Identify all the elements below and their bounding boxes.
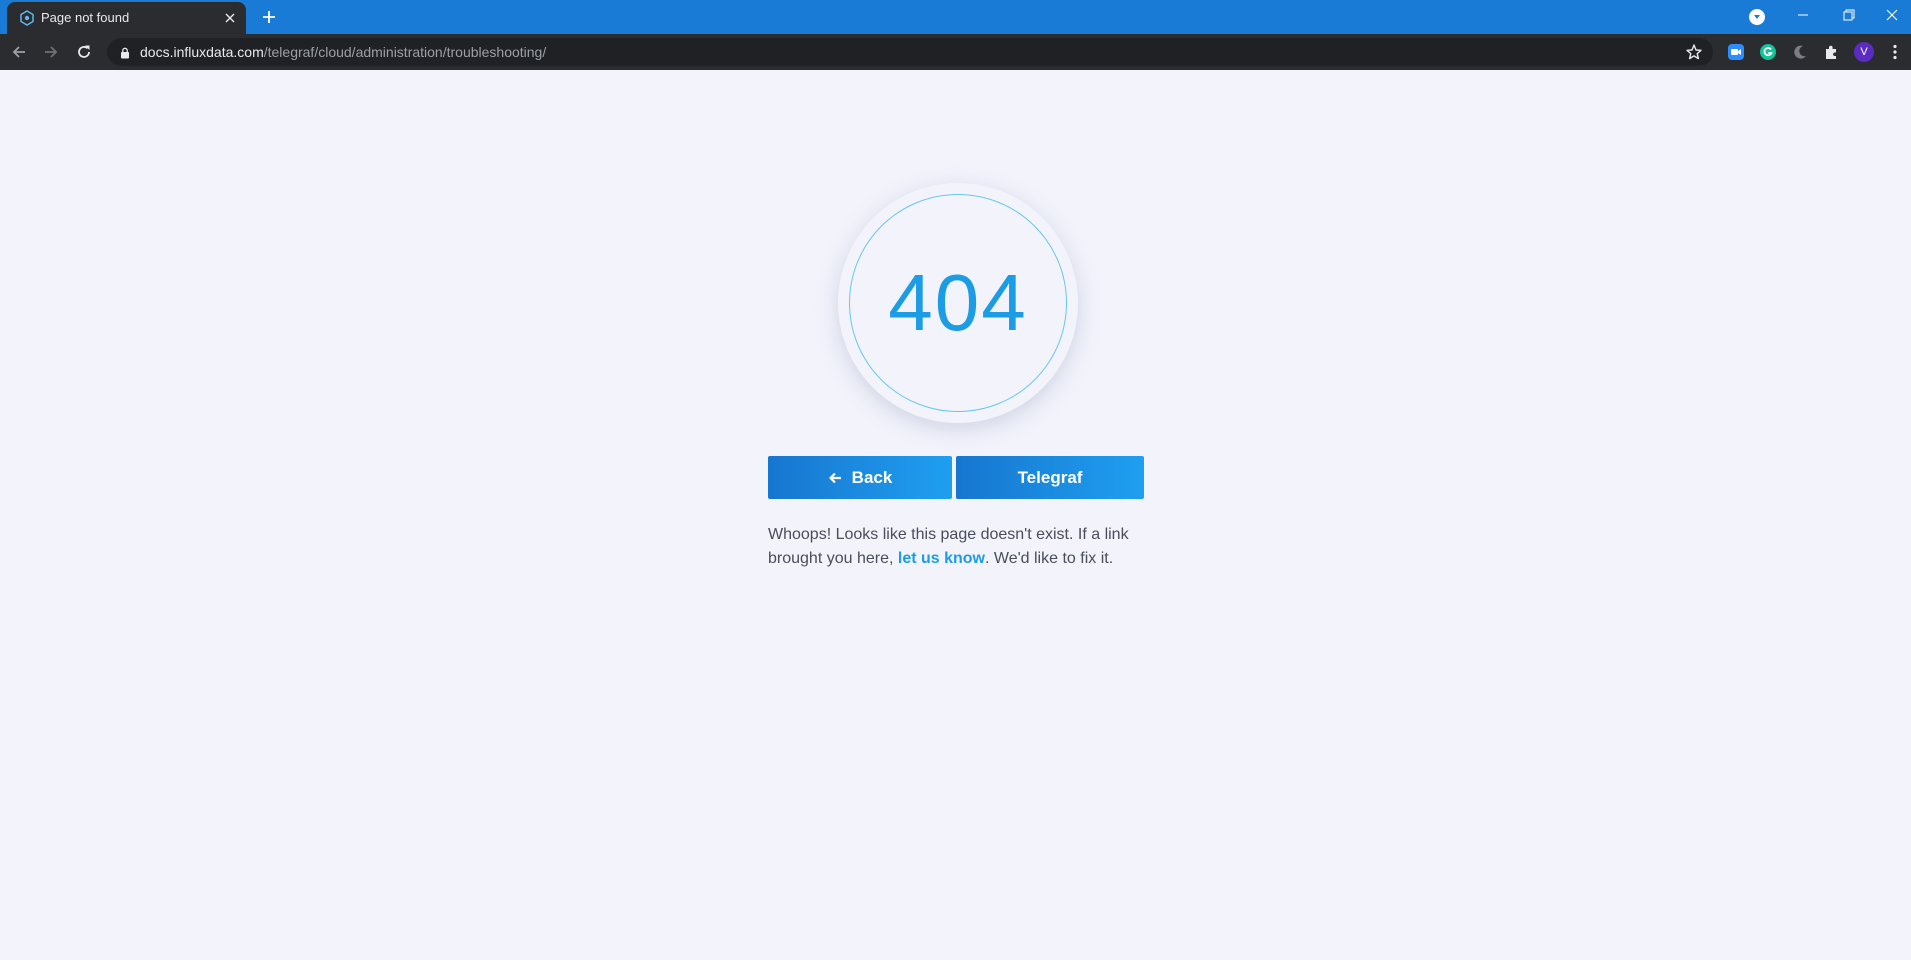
page-content: 404 Back Telegraf Whoops! Looks like thi…	[0, 70, 1911, 960]
back-button[interactable]: Back	[768, 456, 952, 499]
profile-initial: V	[1860, 46, 1868, 58]
media-control-icon[interactable]	[1749, 9, 1765, 25]
browser-tab-strip: Page not found	[0, 0, 1911, 34]
moon-extension-icon[interactable]	[1790, 42, 1810, 62]
error-code-ring: 404	[849, 194, 1067, 412]
close-window-icon[interactable]	[1872, 0, 1911, 30]
message-text-after: . We'd like to fix it.	[985, 550, 1114, 567]
browser-toolbar: docs.influxdata.com/telegraf/cloud/admin…	[0, 34, 1911, 70]
let-us-know-link[interactable]: let us know	[898, 550, 985, 567]
error-code-badge: 404	[838, 183, 1078, 423]
reload-icon[interactable]	[72, 40, 96, 64]
tab-close-icon[interactable]	[222, 10, 238, 26]
bookmark-star-icon[interactable]	[1685, 43, 1703, 61]
error-code: 404	[888, 258, 1028, 347]
telegraf-button[interactable]: Telegraf	[956, 456, 1144, 499]
browser-tab[interactable]: Page not found	[7, 2, 246, 34]
browser-menu-icon[interactable]	[1885, 42, 1905, 62]
extensions-puzzle-icon[interactable]	[1822, 42, 1842, 62]
arrow-left-icon	[828, 471, 842, 485]
lock-icon[interactable]	[119, 46, 131, 59]
telegraf-button-label: Telegraf	[1017, 467, 1083, 487]
not-found-message: Whoops! Looks like this page doesn't exi…	[768, 523, 1148, 571]
zoom-extension-icon[interactable]	[1726, 42, 1746, 62]
url-text[interactable]: docs.influxdata.com/telegraf/cloud/admin…	[140, 44, 546, 60]
minimize-window-icon[interactable]	[1780, 0, 1826, 30]
restore-window-icon[interactable]	[1826, 0, 1872, 30]
back-button-label: Back	[851, 467, 893, 487]
address-bar[interactable]: docs.influxdata.com/telegraf/cloud/admin…	[107, 38, 1713, 66]
back-arrow-icon[interactable]	[7, 40, 31, 64]
url-path: /telegraf/cloud/administration/troublesh…	[263, 44, 547, 60]
grammarly-extension-icon[interactable]	[1758, 42, 1778, 62]
forward-arrow-icon[interactable]	[39, 40, 63, 64]
profile-avatar[interactable]: V	[1854, 42, 1874, 62]
influxdata-favicon-icon	[19, 10, 35, 26]
new-tab-plus-icon[interactable]	[259, 7, 279, 27]
url-host: docs.influxdata.com	[140, 44, 264, 60]
tab-title: Page not found	[41, 10, 130, 25]
